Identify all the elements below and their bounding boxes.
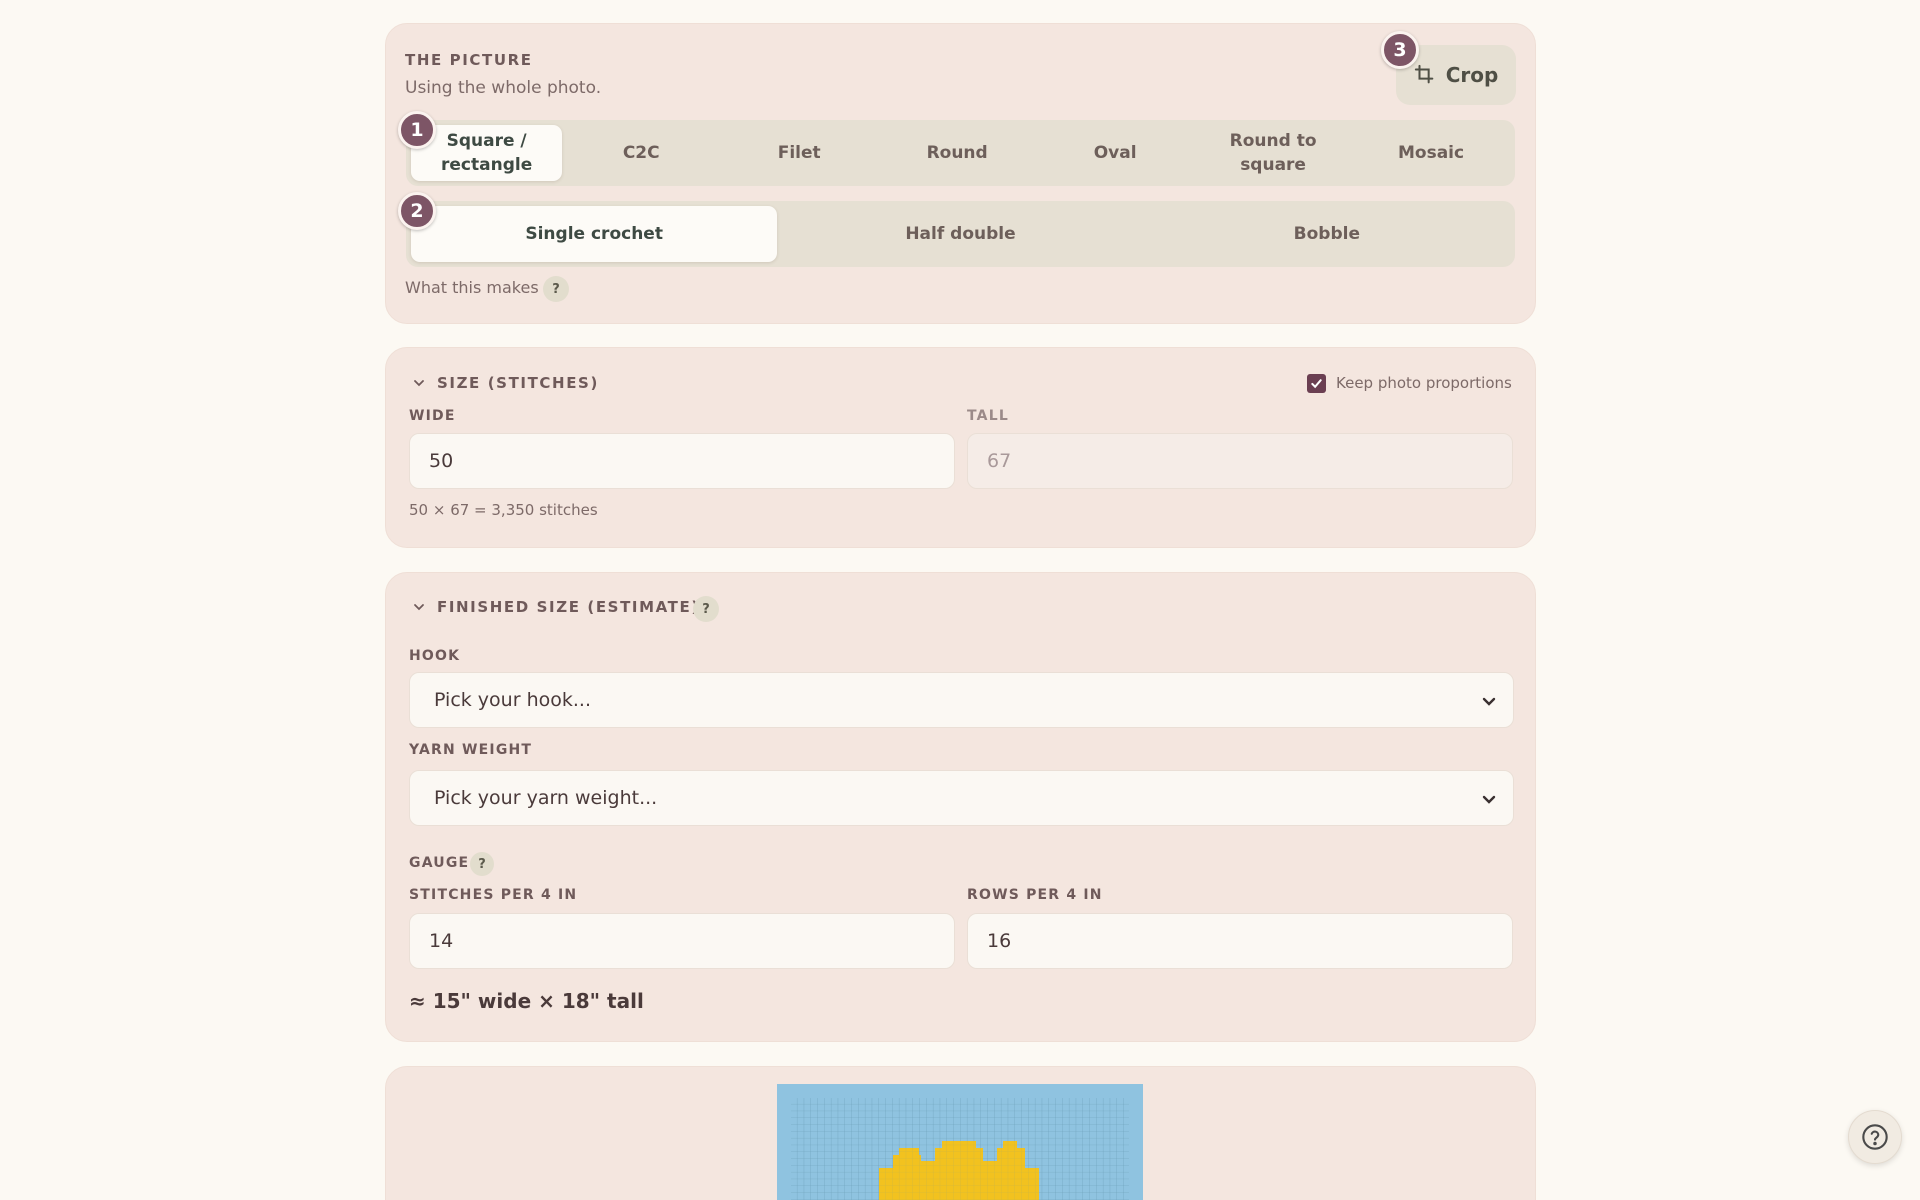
tab-single-crochet-label: Single crochet (525, 224, 663, 244)
wide-label: WIDE (409, 408, 456, 424)
stitch-count-summary: 50 × 67 = 3,350 stitches (409, 501, 598, 519)
tab-filet-label: Filet (777, 143, 821, 163)
tab-round[interactable]: Round (878, 125, 1036, 181)
size-card: SIZE (STITCHES) Keep photo proportions W… (385, 347, 1536, 548)
tall-input: 67 (967, 433, 1513, 489)
help-circle-icon (1862, 1124, 1888, 1150)
finished-size-help-icon[interactable]: ? (693, 596, 719, 622)
tab-round-label: Round (926, 143, 988, 163)
picture-card: THE PICTURE Using the whole photo. Crop … (385, 23, 1536, 324)
pattern-preview-image (777, 1084, 1143, 1200)
stitches-per-4in-label: STITCHES PER 4 IN (409, 887, 578, 903)
chevron-down-icon[interactable] (412, 376, 426, 390)
stitch-tabs: Single crochet Half double Bobble (406, 201, 1515, 267)
step-badge-3: 3 (1381, 31, 1419, 69)
tab-single-crochet[interactable]: Single crochet (411, 206, 778, 262)
what-this-makes-help-icon[interactable]: ? (543, 276, 569, 302)
step-badge-2: 2 (398, 192, 436, 230)
crop-icon (1414, 64, 1434, 84)
finished-size-section-title[interactable]: FINISHED SIZE (ESTIMATE) (437, 598, 700, 616)
what-this-makes-label: What this makes (405, 278, 539, 297)
step-badge-1: 1 (398, 111, 436, 149)
yarn-weight-label: YARN WEIGHT (409, 742, 533, 758)
tab-c2c[interactable]: C2C (562, 125, 720, 181)
tab-oval[interactable]: Oval (1036, 125, 1194, 181)
wide-input[interactable]: 50 (409, 433, 955, 489)
size-section-title[interactable]: SIZE (STITCHES) (437, 374, 599, 392)
tab-mosaic[interactable]: Mosaic (1352, 125, 1510, 181)
tab-half-double[interactable]: Half double (777, 206, 1143, 262)
gauge-help-icon[interactable]: ? (470, 852, 494, 876)
check-icon (1311, 379, 1322, 389)
chevron-down-icon (1482, 697, 1496, 706)
stitches-per-4in-input[interactable]: 14 (409, 913, 955, 969)
tab-square-rectangle-label: Square / rectangle (441, 131, 533, 175)
picture-subtitle: Using the whole photo. (405, 78, 602, 98)
crop-button-label: Crop (1445, 63, 1499, 87)
tab-filet[interactable]: Filet (720, 125, 878, 181)
rows-per-4in-label: ROWS PER 4 IN (967, 887, 1103, 903)
yarn-weight-select-value: Pick your yarn weight... (434, 787, 658, 809)
chevron-down-icon (1482, 795, 1496, 804)
finished-size-card: FINISHED SIZE (ESTIMATE) ? HOOK Pick you… (385, 572, 1536, 1042)
hook-select[interactable]: Pick your hook... (409, 672, 1514, 728)
tab-c2c-label: C2C (622, 143, 660, 163)
shape-tabs: Square / rectangle C2C Filet Round Oval … (406, 120, 1515, 186)
chevron-down-icon[interactable] (412, 600, 426, 614)
tab-mosaic-label: Mosaic (1398, 143, 1465, 163)
finished-size-estimate: ≈ 15" wide × 18" tall (409, 989, 644, 1013)
keep-proportions-label[interactable]: Keep photo proportions (1336, 374, 1512, 392)
rows-per-4in-input[interactable]: 16 (967, 913, 1513, 969)
tab-bobble-label: Bobble (1293, 224, 1360, 244)
yarn-weight-select[interactable]: Pick your yarn weight... (409, 770, 1514, 826)
help-fab-button[interactable] (1848, 1110, 1902, 1164)
tab-bobble[interactable]: Bobble (1144, 206, 1510, 262)
tab-half-double-label: Half double (905, 224, 1016, 244)
hook-label: HOOK (409, 648, 461, 664)
tab-round-to-square-label: Round to square (1229, 131, 1317, 175)
tall-label: TALL (967, 408, 1009, 424)
picture-section-title: THE PICTURE (405, 51, 533, 69)
tab-oval-label: Oval (1093, 143, 1137, 163)
preview-card (385, 1066, 1536, 1200)
gauge-label: GAUGE (409, 855, 470, 871)
keep-proportions-checkbox[interactable] (1307, 374, 1326, 393)
tab-round-to-square[interactable]: Round to square (1194, 125, 1352, 181)
hook-select-value: Pick your hook... (434, 689, 591, 711)
